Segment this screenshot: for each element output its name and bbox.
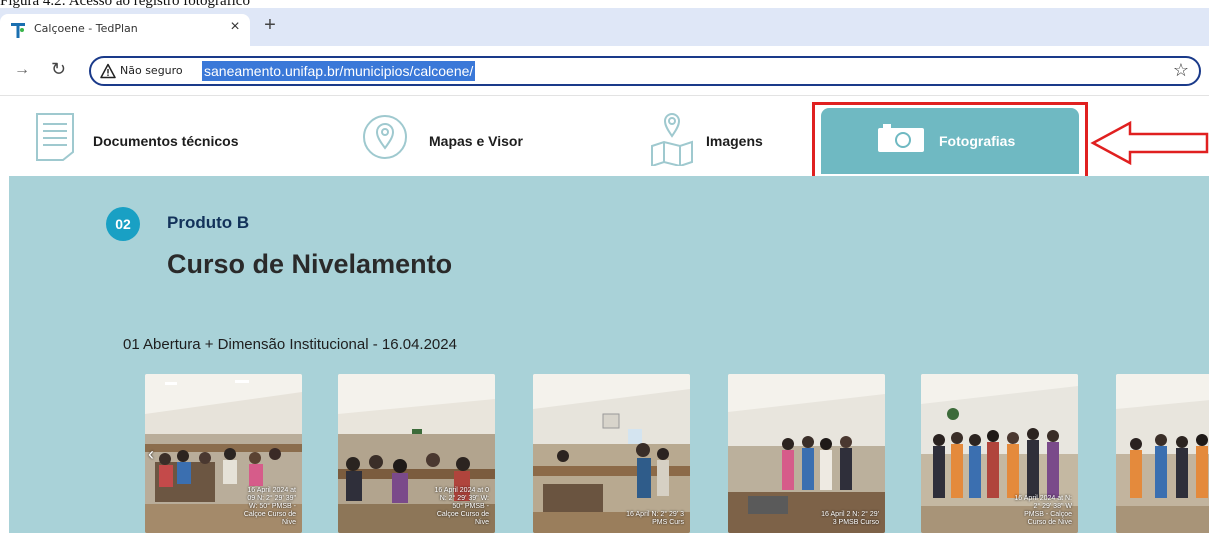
browser-tab[interactable]: Calçoene - TedPlan × (0, 14, 250, 46)
carousel-prev-icon[interactable]: ‹ (148, 444, 154, 465)
photo-image (1116, 374, 1209, 533)
map-pin-icon (363, 115, 407, 159)
reload-icon[interactable]: ↻ (51, 59, 66, 80)
warning-triangle-icon (100, 63, 116, 79)
gallery-photo[interactable]: 16 April 2024 at 09 N: 2° 29' 39" W: 50°… (145, 374, 302, 533)
tab-close-icon[interactable]: × (225, 18, 245, 36)
product-label: Produto B (167, 213, 250, 232)
nav-label-mapas: Mapas e Visor (429, 133, 523, 149)
gallery-photo[interactable]: 16 April 2 N: 2° 29' 3 PMSB Curso (728, 374, 885, 533)
photo-image (533, 374, 690, 533)
annotation-highlight-box (812, 102, 1088, 186)
gallery-photo[interactable]: 16 April N: 2° 29' 3 PMS Curs (533, 374, 690, 533)
nav-label-documentos: Documentos técnicos (93, 133, 239, 149)
tedplan-favicon-icon (11, 23, 25, 38)
photo-timestamp: 16 April 2024 at 09 N: 2° 29' 39" W: 50°… (243, 487, 296, 526)
folded-map-icon (651, 113, 693, 166)
browser-toolbar: → ↻ Não seguro saneamento.unifap.br/muni… (0, 46, 1209, 96)
photo-gallery-section: 02 Produto B Curso de Nivelamento 01 Abe… (9, 176, 1209, 533)
address-bar[interactable]: Não seguro saneamento.unifap.br/municipi… (89, 56, 1201, 86)
album-title: 01 Abertura + Dimensão Institucional - 1… (123, 336, 457, 353)
annotation-arrow-icon (1090, 120, 1209, 166)
nav-label-imagens: Imagens (706, 133, 763, 149)
nav-item-mapas[interactable]: Mapas e Visor (355, 96, 575, 176)
photo-timestamp: 16 April 2024 at 0 N: 2° 29' 39" W: 50° … (434, 487, 490, 526)
tab-title: Calçoene - TedPlan (34, 22, 138, 35)
figure-caption: Figura 4.2: Acesso ao registro fotográfi… (0, 0, 250, 9)
photo-timestamp: 16 April 2 N: 2° 29' 3 PMSB Curso (821, 511, 879, 526)
forward-arrow-icon[interactable]: → (14, 61, 30, 79)
nav-item-imagens[interactable]: Imagens (640, 96, 790, 176)
document-icon (36, 113, 74, 161)
url-text[interactable]: saneamento.unifap.br/municipios/calcoene… (202, 61, 476, 81)
photo-image (728, 374, 885, 533)
course-title: Curso de Nivelamento (167, 249, 453, 279)
photo-timestamp: 16 April N: 2° 29' 3 PMS Curs (626, 511, 684, 526)
photo-timestamp: 16 April 2024 at N: 2° 29' 38" W PMSB - … (1014, 495, 1072, 526)
bookmark-star-icon[interactable]: ☆ (1173, 60, 1189, 81)
gallery-photo[interactable]: 16 April 2024 at N: 2° 29' 38" W PMSB - … (921, 374, 1078, 533)
product-number-badge: 02 (106, 207, 140, 241)
not-secure-label[interactable]: Não seguro (120, 64, 183, 77)
new-tab-icon[interactable]: + (260, 14, 280, 37)
gallery-photo[interactable]: 16 April 2024 at 0 N: 2° 29' 39" W: 50° … (338, 374, 495, 533)
browser-tab-strip: Calçoene - TedPlan × + (0, 8, 1209, 46)
gallery-photo[interactable] (1116, 374, 1209, 533)
nav-item-documentos[interactable]: Documentos técnicos (0, 96, 300, 176)
